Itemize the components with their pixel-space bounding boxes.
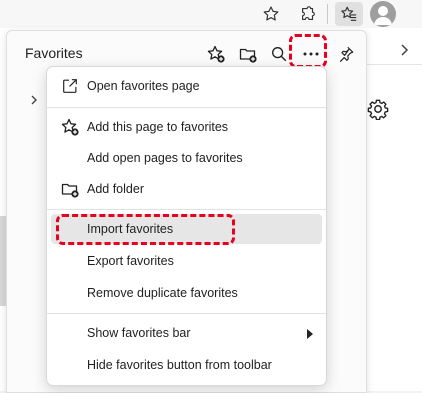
open-external-icon <box>59 75 81 97</box>
menu-item-add-open-pages[interactable]: Add open pages to favorites <box>51 143 322 173</box>
add-folder-icon[interactable] <box>235 41 261 67</box>
chevron-right-icon[interactable] <box>396 42 412 58</box>
menu-item-hide-favorites-button[interactable]: Hide favorites button from toolbar <box>51 350 322 380</box>
toolbar-divider <box>327 4 328 24</box>
favorites-panel-title: Favorites <box>25 45 83 61</box>
submenu-arrow-icon <box>306 328 314 339</box>
favorites-icon[interactable] <box>335 2 363 26</box>
menu-separator <box>47 209 326 210</box>
menu-separator <box>47 107 326 108</box>
pin-icon[interactable] <box>333 41 359 67</box>
menu-item-add-folder[interactable]: Add folder <box>51 174 322 204</box>
avatar[interactable] <box>370 1 396 27</box>
divider <box>364 64 422 65</box>
menu-item-show-favorites-bar[interactable]: Show favorites bar <box>51 318 322 348</box>
extensions-icon[interactable] <box>296 2 320 26</box>
menu-item-export-favorites[interactable]: Export favorites <box>51 246 322 276</box>
gear-icon[interactable] <box>367 98 389 121</box>
browser-toolbar <box>0 0 422 28</box>
folder-add-icon <box>59 178 81 200</box>
annotation-highlight-import <box>56 214 235 245</box>
menu-item-remove-duplicates[interactable]: Remove duplicate favorites <box>51 278 322 308</box>
annotation-highlight-more-button <box>289 34 327 68</box>
menu-item-open-favorites-page[interactable]: Open favorites page <box>51 71 322 101</box>
add-favorite-icon[interactable] <box>203 41 229 67</box>
chevron-right-icon[interactable] <box>28 94 40 106</box>
star-icon[interactable] <box>259 2 283 26</box>
menu-separator <box>47 313 326 314</box>
star-add-icon <box>59 116 81 138</box>
menu-item-add-this-page[interactable]: Add this page to favorites <box>51 112 322 142</box>
